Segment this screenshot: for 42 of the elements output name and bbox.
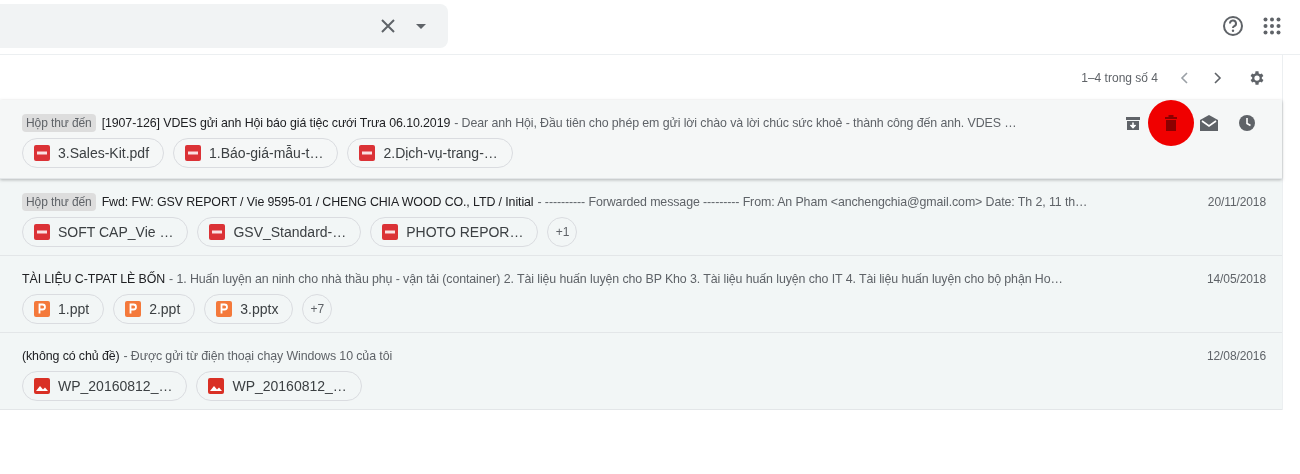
close-icon[interactable] [380, 18, 396, 34]
search-field[interactable] [0, 4, 448, 48]
presentation-icon [125, 301, 142, 317]
email-snippet: - Được gửi từ điện thoại chạy Windows 10 của tôi [123, 349, 393, 363]
presentation-icon [34, 301, 50, 317]
email-row[interactable] [0, 179, 1282, 256]
email-row[interactable]: (không có chủ đề) - Được gửi từ điện thoại chạy Windows 10 của tôi 12/08/2016 WP_20160812_… WP_20160812_… [0, 333, 1282, 410]
inbox-label: Hộp thư đến [22, 114, 96, 132]
email-row[interactable] [0, 100, 1282, 179]
apps-icon[interactable] [1263, 17, 1281, 35]
delete-button[interactable] [1148, 100, 1194, 146]
previous-icon[interactable] [1180, 71, 1188, 84]
pdf-icon [185, 145, 202, 161]
email-date: 12/08/2016 [1206, 349, 1266, 363]
pdf-icon [34, 145, 50, 161]
email-subject: (không có chủ đề) [22, 349, 120, 363]
inbox-label: Hộp thư đến [22, 193, 96, 211]
email-snippet: - Dear anh Hội, Đầu tiên cho phép em gửi lời chào và lời chúc sức khoẻ - thành công đến anh. VDES … [454, 116, 1017, 130]
email-subject: TÀI LIỆU C-TPAT LÈ BỐN [22, 272, 166, 286]
archive-icon [1124, 114, 1142, 132]
help-icon[interactable] [1222, 15, 1244, 37]
email-snippet: - 1. Huấn luyện an ninh cho nhà thầu phụ - vận tải (container) 2. Tài liệu huấn luyện cho BP Kho 3. Tài liệu huấn luyện cho IT 4. Tài liệu huấn luyện cho bộ phận Ho… [169, 272, 1063, 286]
pdf-icon [359, 145, 376, 161]
pdf-icon [382, 224, 399, 240]
clock-icon [1238, 114, 1256, 132]
page-range: 1–4 trong số 4 [1081, 70, 1158, 85]
email-subject: Fwd: FW: GSV REPORT / Vie 9595-01 / CHENG CHIA WOOD CO., LTD / Initial [101, 195, 534, 209]
image-icon [208, 378, 225, 394]
trash-icon [1164, 115, 1178, 131]
image-icon [34, 378, 50, 394]
email-row[interactable] [0, 256, 1282, 333]
next-icon[interactable] [1214, 71, 1222, 84]
pdf-icon [34, 224, 50, 240]
caret-icon[interactable] [416, 23, 426, 29]
presentation-icon [216, 301, 233, 317]
email-date: 14/05/2018 [1206, 272, 1266, 286]
email-snippet: - ---------- Forwarded message --------- From: An Pham <anchengchia@gmail.com> Date: Th 2, 11 th… [537, 195, 1088, 209]
settings-icon[interactable] [1248, 68, 1266, 87]
email-date: 20/11/2018 [1207, 195, 1266, 209]
envelope-icon [1199, 114, 1219, 132]
pdf-icon [209, 224, 226, 240]
email-subject: [1907-126] VDES gửi anh Hội báo giá tiệc cưới Trưa 06.10.2019 [101, 116, 451, 130]
